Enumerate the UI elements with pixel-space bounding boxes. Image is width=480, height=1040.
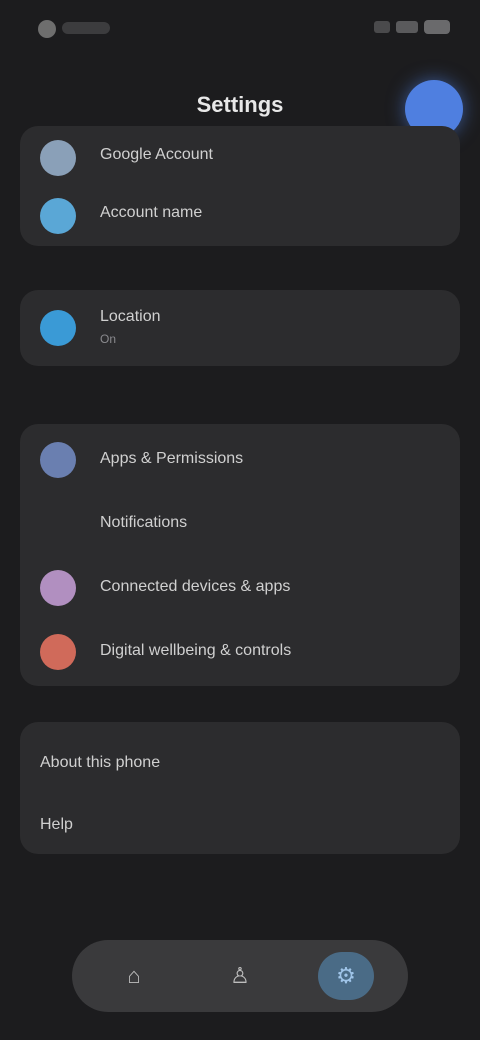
about-row[interactable]: About this phone — [20, 730, 460, 794]
about-card: About this phone Help — [20, 722, 460, 854]
account-name-label: Account name — [100, 204, 203, 221]
list-item[interactable]: Notifications — [20, 492, 460, 556]
account-icon — [40, 198, 76, 234]
person-icon: ♙ — [230, 963, 250, 988]
list-item-label: Digital wellbeing & controls — [100, 642, 292, 659]
list-item[interactable]: Digital wellbeing & controls — [20, 620, 460, 684]
bottom-nav: ⌂ ♙ ⚙ — [72, 940, 408, 1012]
nav-profile[interactable]: ♙ — [212, 952, 268, 1000]
list-item-label: Notifications — [100, 514, 188, 531]
account-card: Google Account Account name — [20, 126, 460, 246]
status-bar — [0, 0, 480, 56]
list-item[interactable]: Apps & Permissions — [20, 428, 460, 492]
location-label: Location — [100, 308, 161, 325]
gear-icon: ⚙ — [336, 963, 356, 988]
location-row[interactable]: Location On — [20, 296, 460, 360]
status-icons — [374, 20, 450, 34]
about-label: About this phone — [40, 754, 161, 771]
settings-list-card: Apps & Permissions Notifications Connect… — [20, 424, 460, 686]
help-row[interactable]: Help — [20, 792, 460, 856]
google-account-label: Google Account — [100, 146, 213, 163]
nav-home[interactable]: ⌂ — [106, 952, 162, 1000]
home-icon: ⌂ — [127, 963, 141, 988]
nav-settings[interactable]: ⚙ — [318, 952, 374, 1000]
devices-icon — [40, 570, 76, 606]
list-item-label: Connected devices & apps — [100, 578, 291, 595]
google-icon — [40, 140, 76, 176]
help-label: Help — [40, 816, 73, 833]
app-icon — [38, 20, 56, 38]
apps-icon — [40, 442, 76, 478]
account-name-row[interactable]: Account name — [20, 184, 460, 248]
wellbeing-icon — [40, 634, 76, 670]
location-icon — [40, 310, 76, 346]
battery-icon — [424, 20, 450, 34]
wifi-icon — [396, 21, 418, 33]
list-item-label: Apps & Permissions — [100, 450, 244, 467]
location-status: On — [100, 332, 117, 346]
location-card[interactable]: Location On — [20, 290, 460, 366]
signal-icon — [374, 21, 390, 33]
status-time — [62, 22, 110, 34]
google-account-row[interactable]: Google Account — [20, 126, 460, 190]
list-item[interactable]: Connected devices & apps — [20, 556, 460, 620]
